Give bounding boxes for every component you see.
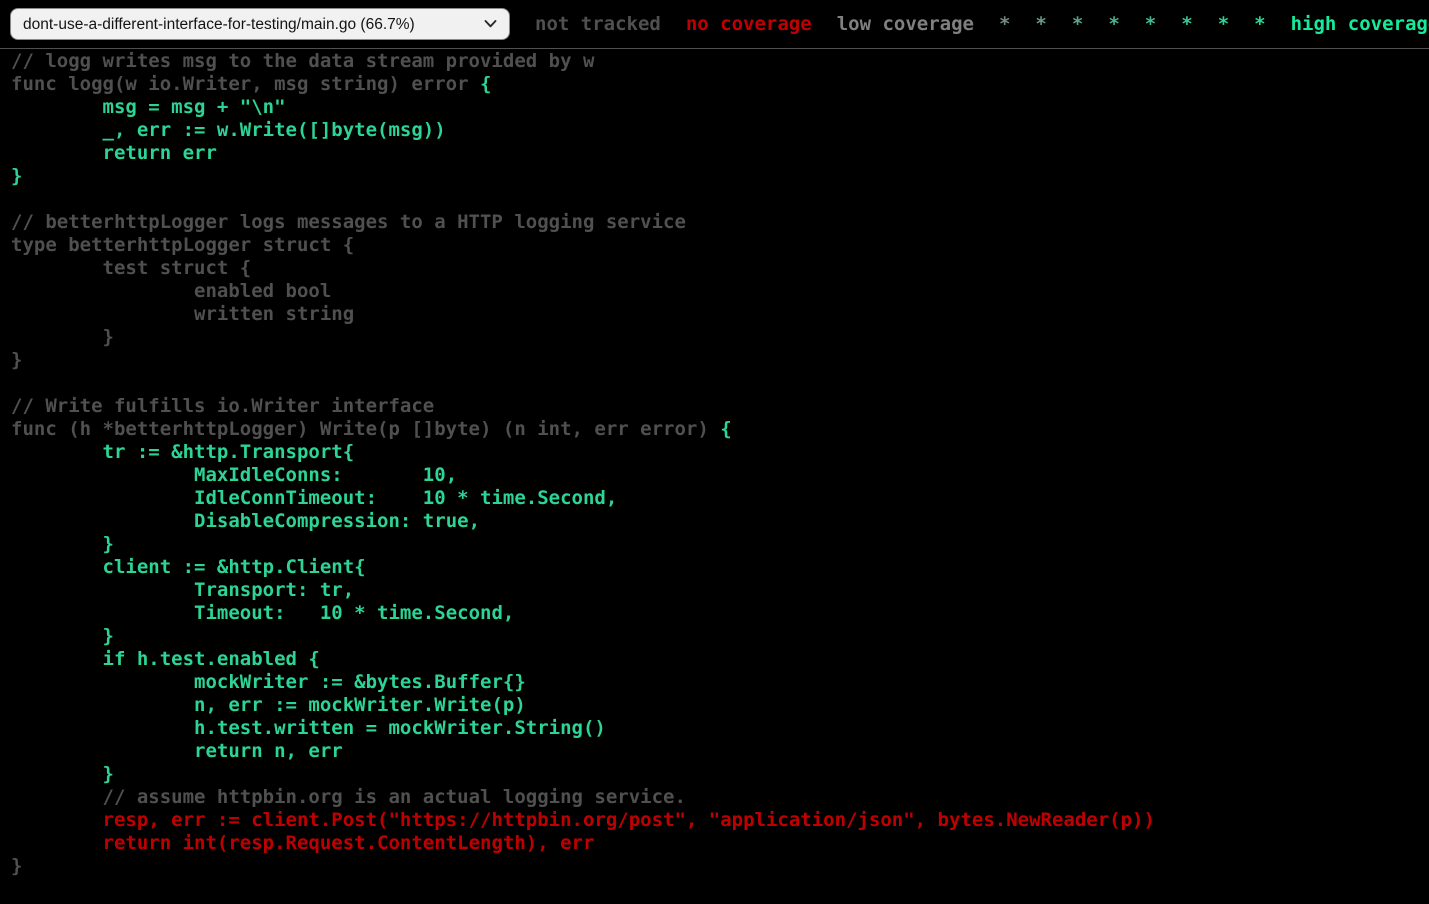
coverage-legend: not tracked no coverage low coverage * * * * * *… [535,13,1429,35]
code-segment-ntr: // logg writes msg to the data stream pr… [11,50,594,95]
content: // logg writes msg to the data stream pr… [0,50,1429,878]
legend-item-high-coverage: high coverage [1291,13,1429,35]
legend-item-low-coverage: low coverage [837,13,974,35]
code-segment-cov0: resp, err := client.Post("https://httpbi… [11,809,1155,854]
legend-item-star-4: * [1108,13,1119,35]
legend-item-star-6: * [1181,13,1192,35]
legend-item-no-coverage: no coverage [686,13,812,35]
legend-item-star-5: * [1145,13,1156,35]
file-select[interactable]: dont-use-a-different-interface-for-testi… [10,8,510,40]
legend-item-star-7: * [1218,13,1229,35]
legend-item-star-8: * [1254,13,1265,35]
legend-item-not-tracked: not tracked [535,13,661,35]
legend-item-star-3: * [1072,13,1083,35]
code-segment-ntr: } [11,855,22,877]
source-code: // logg writes msg to the data stream pr… [11,50,1429,878]
legend-item-star-2: * [1035,13,1046,35]
topbar: dont-use-a-different-interface-for-testi… [0,0,1429,49]
legend-item-star-1: * [999,13,1010,35]
file-select-wrapper: dont-use-a-different-interface-for-testi… [10,8,510,40]
code-segment-cov8: { tr := &http.Transport{ MaxIdleConns: 1… [11,418,732,670]
code-segment-ntr: // betterhttpLogger logs messages to a H… [11,211,720,440]
